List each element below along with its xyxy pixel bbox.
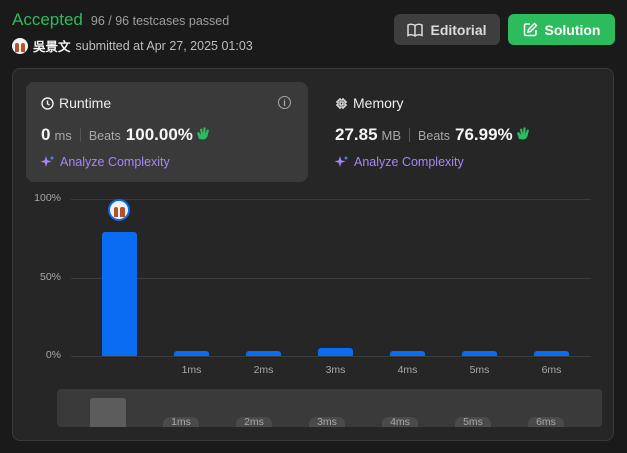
bar-3ms[interactable] xyxy=(318,348,353,356)
user-avatar xyxy=(110,201,128,219)
bar-6ms[interactable] xyxy=(534,351,569,356)
gridline xyxy=(71,199,591,200)
submission-status: Accepted 96 / 96 testcases passed xyxy=(12,10,229,30)
solution-label: Solution xyxy=(544,21,601,38)
your-submission-marker[interactable] xyxy=(108,199,130,221)
accepted-label: Accepted xyxy=(12,10,83,29)
edit-icon xyxy=(523,22,538,37)
bar-1ms[interactable] xyxy=(174,351,209,356)
user-avatar[interactable] xyxy=(12,37,28,54)
bar-5ms[interactable] xyxy=(462,351,497,356)
x-tick-label: 2ms xyxy=(253,364,274,376)
x-tick-label: 6ms xyxy=(541,364,562,376)
y-tick-label: 100% xyxy=(34,192,61,204)
navigator-handle[interactable] xyxy=(90,398,126,427)
navigator-label: 2ms xyxy=(236,417,272,427)
username[interactable]: 吳景文 xyxy=(33,36,71,55)
navigator-label: 1ms xyxy=(163,417,199,427)
solution-button[interactable]: Solution xyxy=(508,14,615,45)
bar-0ms[interactable] xyxy=(102,231,137,356)
submitted-time: submitted at Apr 27, 2025 01:03 xyxy=(75,38,253,53)
book-icon xyxy=(407,23,424,37)
chart-range-navigator[interactable]: 1ms 2ms 3ms 4ms 5ms 6ms xyxy=(57,389,602,427)
navigator-label: 4ms xyxy=(382,417,418,427)
y-tick-label: 50% xyxy=(39,270,61,283)
x-tick-label: 1ms xyxy=(181,364,202,376)
x-tick-label: 3ms xyxy=(325,364,346,376)
testcases-passed: 96 / 96 testcases passed xyxy=(90,14,230,28)
editorial-button[interactable]: Editorial xyxy=(394,14,500,45)
submitter-info: 吳景文 submitted at Apr 27, 2025 01:03 xyxy=(12,36,253,55)
bar-2ms[interactable] xyxy=(246,351,281,356)
navigator-label: 5ms xyxy=(455,417,491,427)
runtime-distribution-chart: 100% 50% 0% 1ms 2ms 3ms 4ms 5ms 6ms xyxy=(13,69,615,442)
gridline xyxy=(71,277,591,279)
x-tick-label: 5ms xyxy=(469,364,490,376)
bar-4ms[interactable] xyxy=(390,351,425,356)
navigator-label: 3ms xyxy=(309,417,345,427)
navigator-label: 6ms xyxy=(528,417,564,427)
results-panel: Runtime i 0 ms Beats 100.00% Analyze Com… xyxy=(12,68,614,441)
editorial-label: Editorial xyxy=(430,21,487,38)
gridline xyxy=(71,356,591,357)
x-tick-label: 4ms xyxy=(397,364,418,376)
y-tick-label: 0% xyxy=(45,349,61,361)
